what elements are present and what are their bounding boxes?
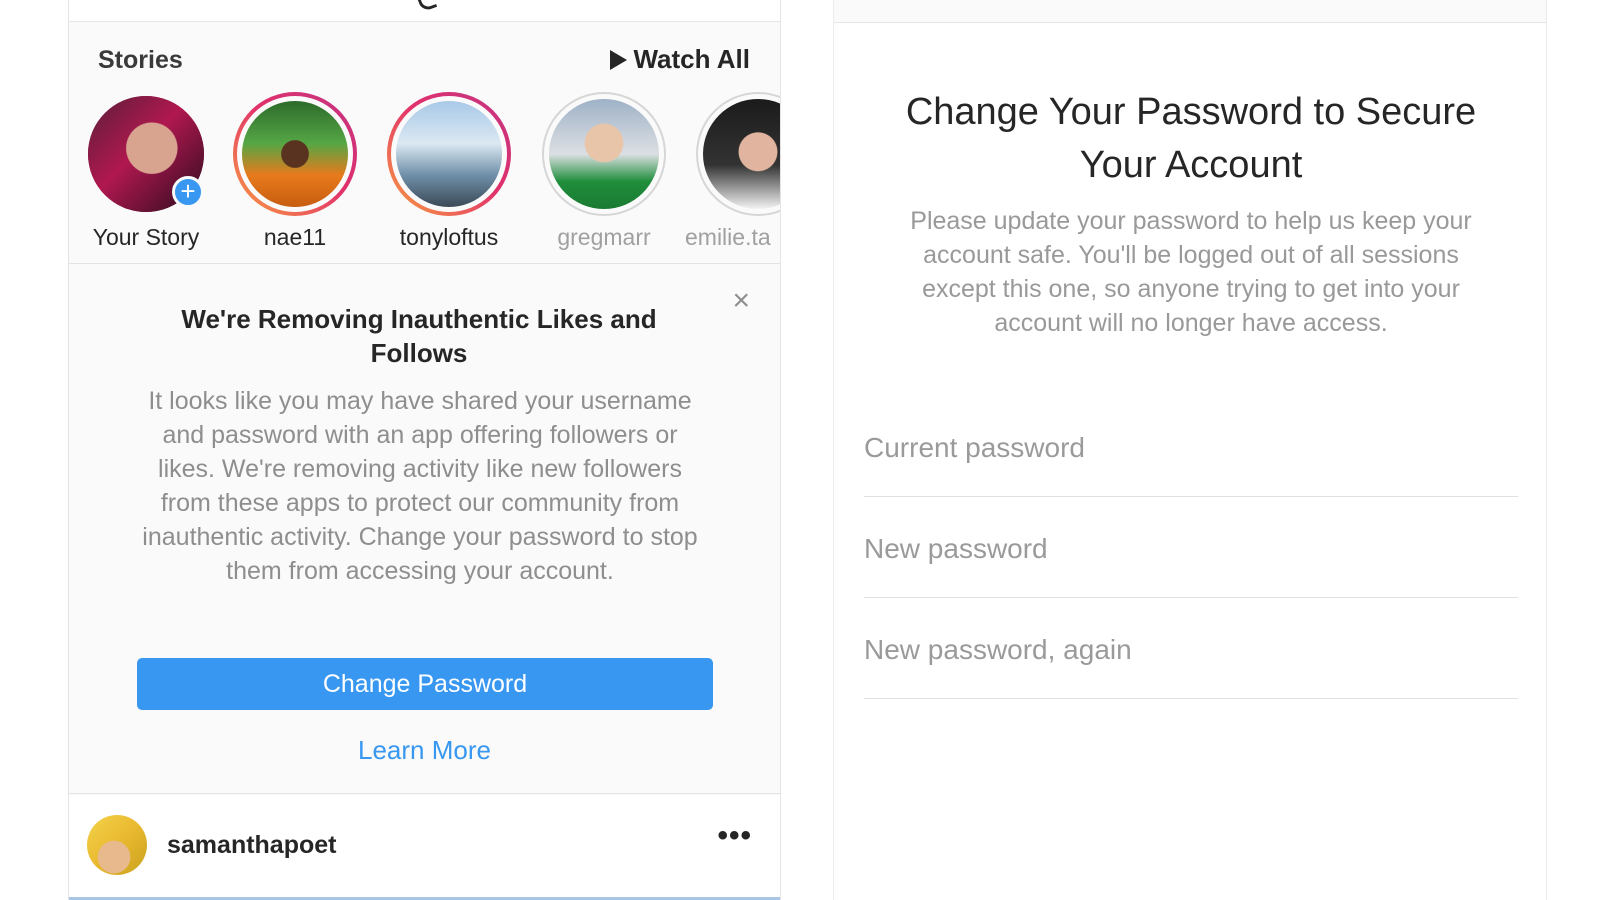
- story-ring: [696, 92, 780, 216]
- more-options-icon[interactable]: •••: [717, 819, 752, 853]
- close-icon[interactable]: ×: [732, 286, 750, 316]
- story-ring: [233, 92, 357, 216]
- stories-heading: Stories: [98, 46, 183, 74]
- top-nav-bar: [834, 0, 1546, 23]
- story-ring: [542, 92, 666, 216]
- story-ring: [387, 92, 511, 216]
- story-ring: +: [84, 92, 208, 216]
- story-tonyloftus[interactable]: tonyloftus: [374, 92, 524, 251]
- notice-body: It looks like you may have shared your u…: [142, 387, 698, 585]
- story-gregmarr[interactable]: gregmarr: [529, 92, 679, 251]
- story-label: Your Story: [92, 224, 200, 250]
- confirm-password-field: [864, 598, 1518, 699]
- learn-more-link[interactable]: Learn More: [69, 735, 780, 766]
- avatar: [549, 99, 659, 209]
- change-password-screen: Change Your Password to Secure Your Acco…: [833, 0, 1547, 900]
- story-label: tonyloftus: [399, 224, 499, 250]
- story-nae11[interactable]: nae11: [220, 92, 370, 251]
- avatar: [396, 101, 502, 207]
- story-your-story[interactable]: + Your Story: [71, 92, 221, 251]
- new-password-input[interactable]: [864, 533, 1518, 565]
- watch-all-button[interactable]: Watch All: [610, 44, 750, 75]
- story-label: emilie.ta: [685, 224, 771, 250]
- watch-all-label: Watch All: [633, 44, 750, 74]
- page-title: Change Your Password to Secure Your Acco…: [905, 91, 1477, 186]
- confirm-password-input[interactable]: [864, 634, 1518, 666]
- inauthentic-activity-notice: × We're Removing Inauthentic Likes and F…: [69, 264, 780, 794]
- current-password-input[interactable]: [864, 432, 1518, 464]
- story-emilie[interactable]: emilie.ta: [683, 92, 780, 251]
- top-nav-bar: [69, 0, 780, 22]
- feed-screen: Stories Watch All + Your Story nae11 ton…: [68, 0, 781, 900]
- notice-title: We're Removing Inauthentic Likes and Fol…: [181, 304, 657, 368]
- post-username[interactable]: samanthapoet: [167, 831, 336, 860]
- stories-tray: Stories Watch All + Your Story nae11 ton…: [69, 22, 780, 264]
- add-story-icon[interactable]: +: [172, 176, 204, 208]
- avatar: [703, 99, 780, 209]
- current-password-field: [864, 396, 1518, 497]
- story-label: nae11: [263, 224, 327, 250]
- avatar: +: [88, 96, 204, 212]
- new-password-field: [864, 497, 1518, 598]
- story-label: gregmarr: [557, 224, 651, 250]
- avatar: [242, 101, 348, 207]
- play-icon: [610, 49, 628, 70]
- instagram-logo-fragment: [416, 0, 438, 13]
- page-description: Please update your password to help us k…: [910, 207, 1472, 337]
- post-header: samanthapoet •••: [69, 795, 780, 900]
- change-password-button[interactable]: Change Password: [137, 658, 713, 710]
- avatar[interactable]: [87, 815, 147, 875]
